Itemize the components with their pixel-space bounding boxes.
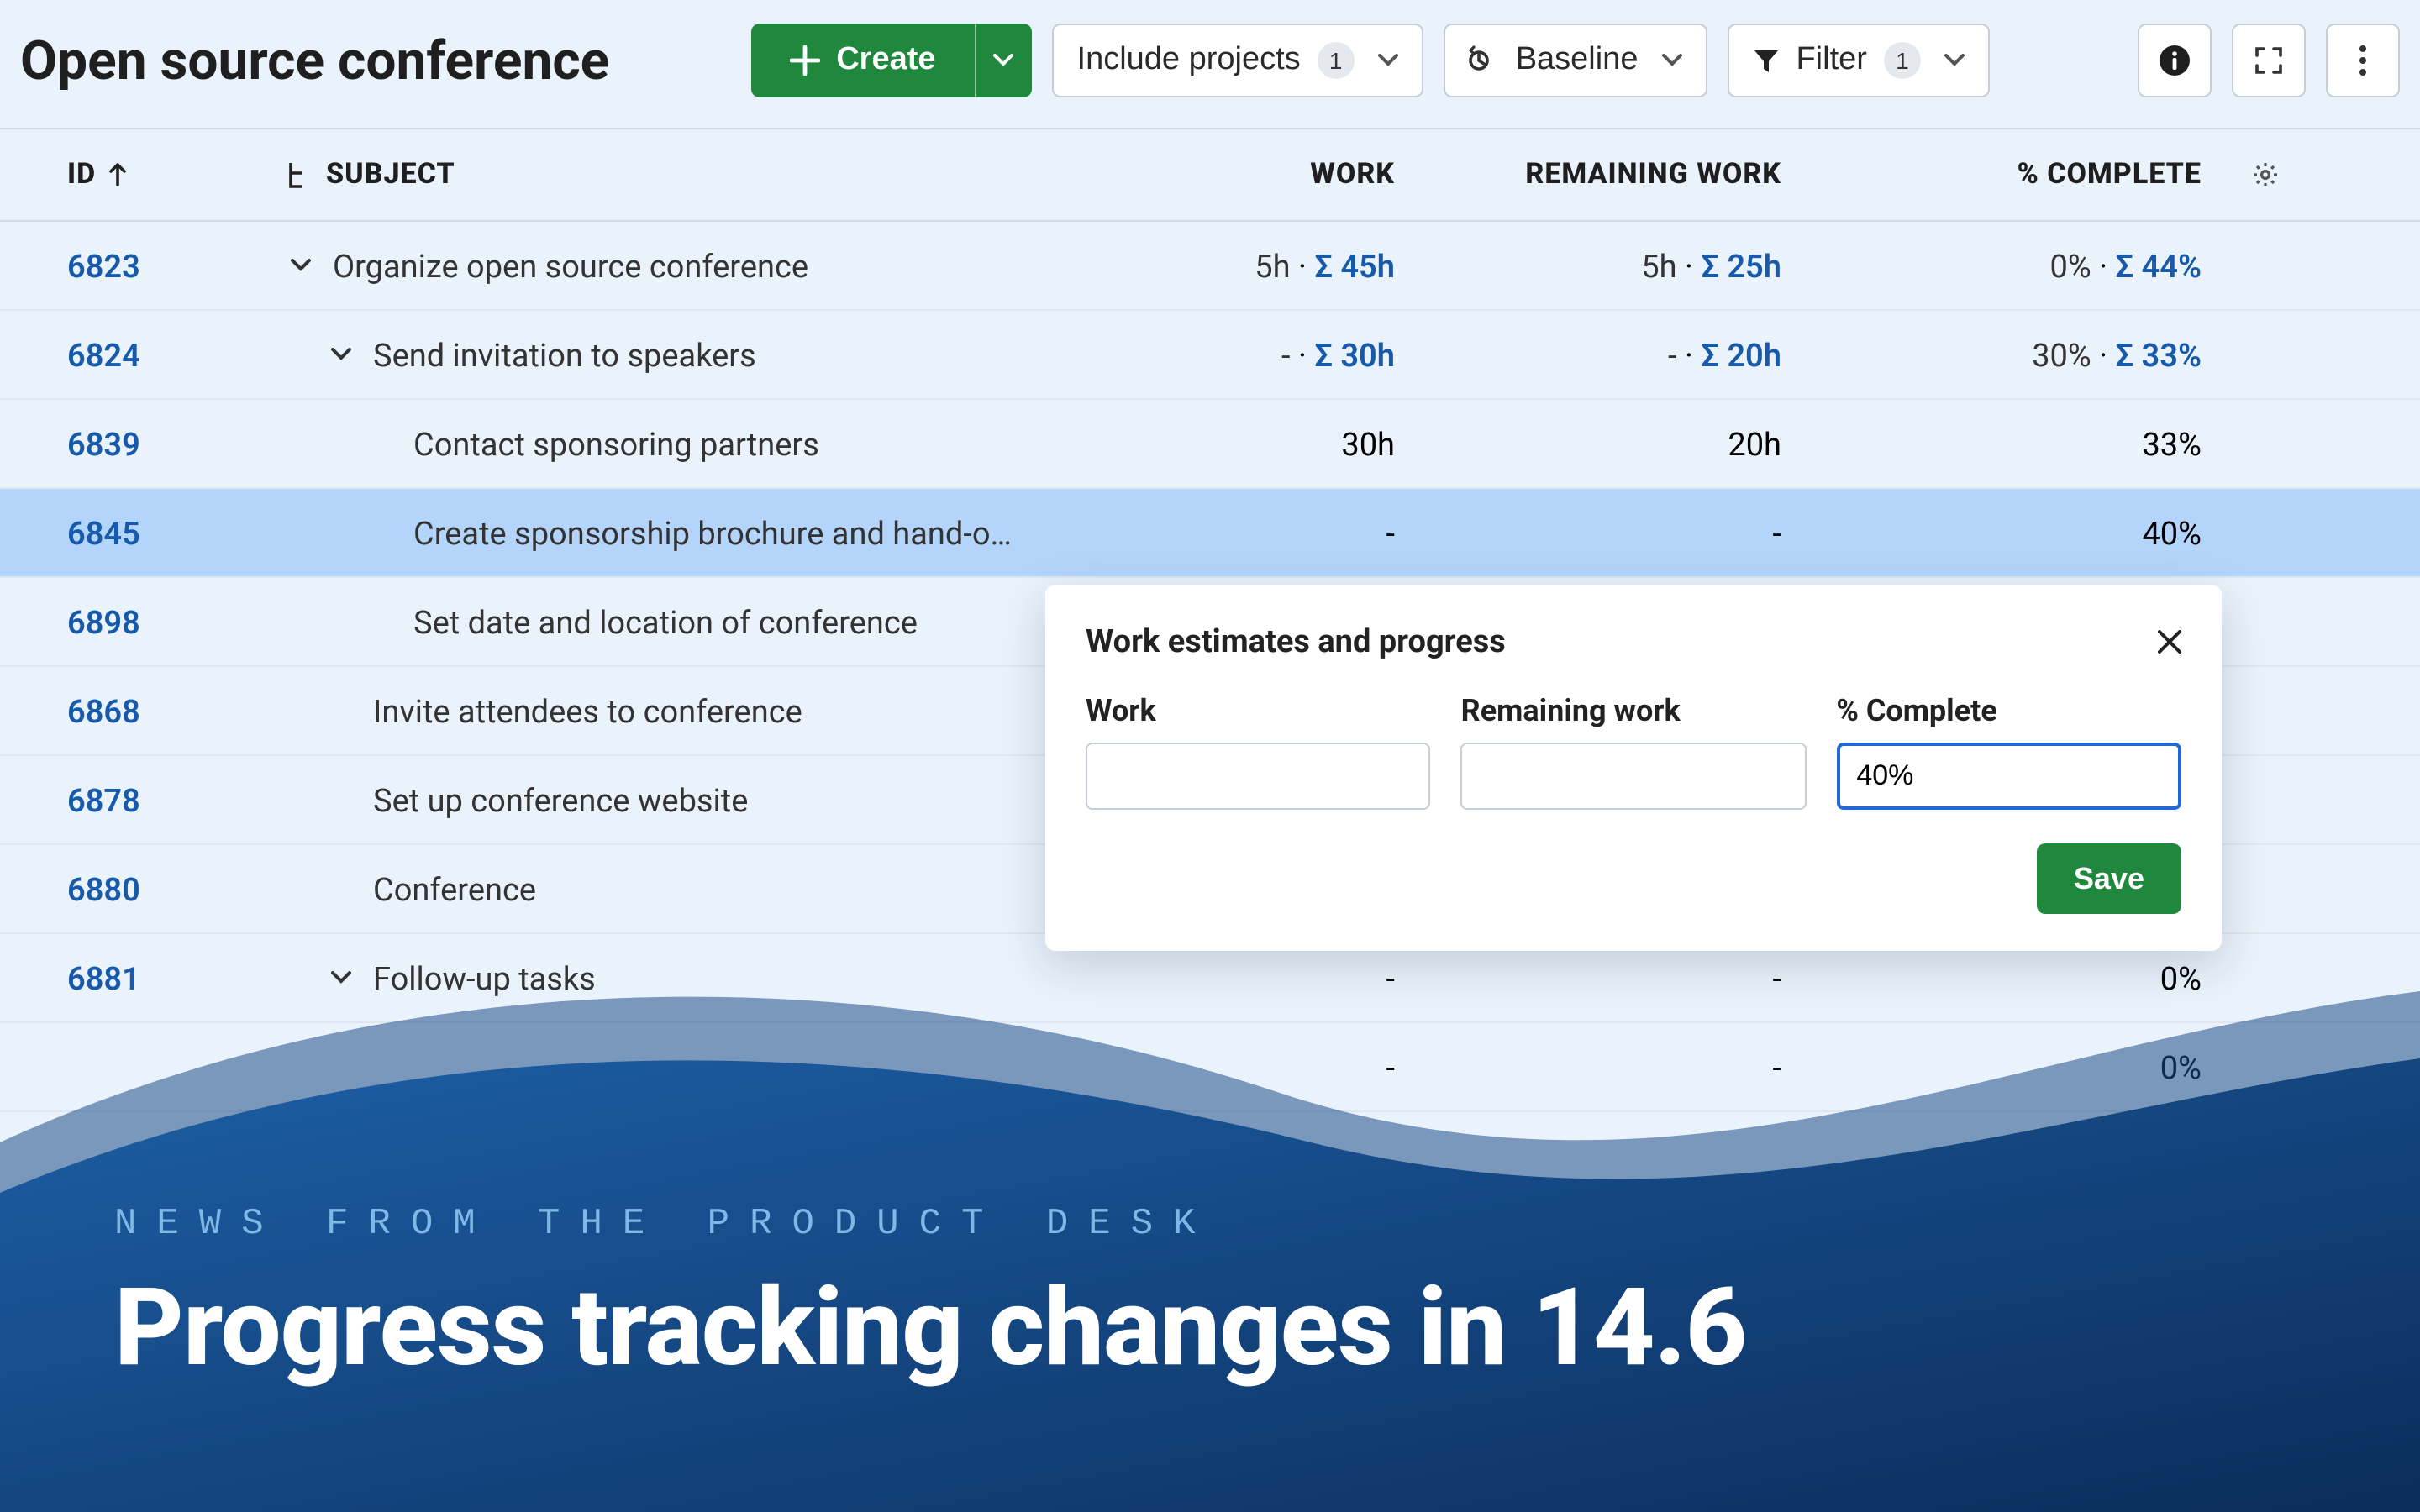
- popover-title: Work estimates and progress: [1086, 622, 1506, 660]
- banner-headline: Progress tracking changes in 14.6: [114, 1265, 1747, 1391]
- kebab-icon: [2360, 45, 2366, 76]
- chevron-down-icon: [1944, 54, 1965, 67]
- include-projects-count: 1: [1318, 42, 1355, 79]
- filter-icon: [1752, 47, 1779, 74]
- work-package-id[interactable]: 6839: [0, 424, 286, 463]
- percent-complete-cell[interactable]: 40%: [1832, 513, 2252, 552]
- work-package-subject: Create sponsorship brochure and hand-o…: [413, 513, 1012, 552]
- fullscreen-button[interactable]: [2232, 24, 2306, 97]
- table-row[interactable]: 6824 Send invitation to speakers - · Σ 30h…: [0, 311, 2420, 400]
- work-package-subject-cell[interactable]: Conference: [286, 869, 1059, 908]
- chevron-down-icon: [1661, 54, 1681, 67]
- create-dropdown-button[interactable]: [975, 24, 1032, 97]
- work-package-subject: Send invitation to speakers: [373, 335, 756, 374]
- gear-icon: [2252, 161, 2279, 188]
- column-header-subject[interactable]: SUBJECT: [286, 158, 1059, 192]
- include-projects-label: Include projects: [1077, 42, 1301, 79]
- column-header-complete[interactable]: % COMPLETE: [1832, 158, 2252, 192]
- chevron-down-icon: [1378, 54, 1398, 67]
- work-cell[interactable]: 30h: [1059, 424, 1445, 463]
- chevron-down-icon: [993, 54, 1013, 67]
- work-package-subject-cell[interactable]: Set date and location of conference: [286, 602, 1059, 641]
- work-package-subject-cell[interactable]: Organize open source conference: [286, 246, 1059, 285]
- work-package-subject: Organize open source conference: [333, 246, 808, 285]
- filter-dropdown[interactable]: Filter 1: [1727, 24, 1989, 97]
- column-settings-button[interactable]: [2252, 161, 2353, 188]
- save-button[interactable]: Save: [2037, 843, 2181, 914]
- work-package-subject-cell[interactable]: Set up conference website: [286, 780, 1059, 819]
- info-button[interactable]: [2138, 24, 2212, 97]
- work-package-id[interactable]: 6868: [0, 691, 286, 730]
- work-package-id[interactable]: 6823: [0, 246, 286, 285]
- remaining-work-field-label: Remaining work: [1461, 694, 1807, 729]
- remaining-work-cell[interactable]: -: [1445, 513, 1832, 552]
- remaining-work-cell[interactable]: 20h: [1445, 424, 1832, 463]
- work-package-id[interactable]: 6824: [0, 335, 286, 374]
- table-row[interactable]: 6839 Contact sponsoring partners 30h20h33%: [0, 400, 2420, 489]
- remaining-work-cell[interactable]: - · Σ 20h: [1445, 335, 1832, 374]
- percent-complete-cell[interactable]: 30% · Σ 33%: [1832, 335, 2252, 374]
- popover-close-button[interactable]: [2158, 629, 2181, 653]
- table-row[interactable]: 6845 Create sponsorship brochure and hand…: [0, 489, 2420, 578]
- toolbar: Open source conference Create Include pr…: [0, 0, 2420, 128]
- more-actions-button[interactable]: [2326, 24, 2400, 97]
- remaining-work-input[interactable]: [1461, 743, 1807, 810]
- percent-complete-cell[interactable]: 0% · Σ 44%: [1832, 246, 2252, 285]
- work-package-subject: Contact sponsoring partners: [413, 424, 819, 463]
- column-header-work[interactable]: WORK: [1059, 158, 1445, 192]
- work-package-id[interactable]: 6898: [0, 602, 286, 641]
- baseline-icon: [1469, 45, 1499, 76]
- plus-icon: [789, 45, 819, 76]
- work-package-subject-cell[interactable]: Invite attendees to conference: [286, 691, 1059, 730]
- filter-label: Filter: [1796, 42, 1866, 79]
- baseline-dropdown[interactable]: Baseline: [1444, 24, 1707, 97]
- work-estimates-popover: Work estimates and progress Work Remaini…: [1045, 585, 2222, 951]
- work-field-label: Work: [1086, 694, 1431, 729]
- work-package-subject-cell[interactable]: Send invitation to speakers: [286, 335, 1059, 374]
- work-input[interactable]: [1086, 743, 1431, 810]
- create-button-group: Create: [750, 24, 1031, 97]
- filter-count: 1: [1884, 42, 1921, 79]
- sort-asc-icon: [109, 163, 126, 186]
- percent-complete-input[interactable]: [1836, 743, 2181, 810]
- include-projects-dropdown[interactable]: Include projects 1: [1052, 24, 1423, 97]
- work-package-subject: Set up conference website: [373, 780, 748, 819]
- work-package-subject: Set date and location of conference: [413, 602, 918, 641]
- table-header-row: ID SUBJECT WORK REMAINING WORK % COMPLET…: [0, 128, 2420, 222]
- work-cell[interactable]: -: [1059, 513, 1445, 552]
- remaining-work-cell[interactable]: 5h · Σ 25h: [1445, 246, 1832, 285]
- expand-toggle-icon[interactable]: [326, 348, 356, 361]
- work-package-subject-cell[interactable]: Create sponsorship brochure and hand-o…: [286, 513, 1059, 552]
- work-package-subject: Conference: [373, 869, 536, 908]
- work-package-id[interactable]: 6880: [0, 869, 286, 908]
- baseline-label: Baseline: [1516, 42, 1639, 79]
- work-package-id[interactable]: 6845: [0, 513, 286, 552]
- fullscreen-icon: [2254, 45, 2284, 76]
- percent-complete-field-label: % Complete: [1836, 694, 2181, 729]
- work-package-subject: Invite attendees to conference: [373, 691, 802, 730]
- column-header-id-label: ID: [67, 158, 96, 192]
- create-button[interactable]: Create: [750, 24, 974, 97]
- marketing-banner: News from the product desk Progress trac…: [0, 941, 2420, 1512]
- percent-complete-cell[interactable]: 33%: [1832, 424, 2252, 463]
- create-button-label: Create: [836, 42, 935, 79]
- column-header-remaining[interactable]: REMAINING WORK: [1445, 158, 1832, 192]
- close-icon: [2158, 629, 2181, 653]
- expand-toggle-icon[interactable]: [286, 259, 316, 272]
- work-package-id[interactable]: 6878: [0, 780, 286, 819]
- work-cell[interactable]: 5h · Σ 45h: [1059, 246, 1445, 285]
- column-header-id[interactable]: ID: [0, 158, 286, 192]
- banner-kicker: News from the product desk: [114, 1203, 1747, 1245]
- work-cell[interactable]: - · Σ 30h: [1059, 335, 1445, 374]
- hierarchy-icon: [286, 161, 309, 188]
- table-row[interactable]: 6823 Organize open source conference 5h · …: [0, 222, 2420, 311]
- work-package-subject-cell[interactable]: Contact sponsoring partners: [286, 424, 1059, 463]
- page-title: Open source conference: [20, 29, 609, 92]
- column-header-subject-label: SUBJECT: [326, 158, 455, 192]
- info-icon: [2158, 44, 2191, 77]
